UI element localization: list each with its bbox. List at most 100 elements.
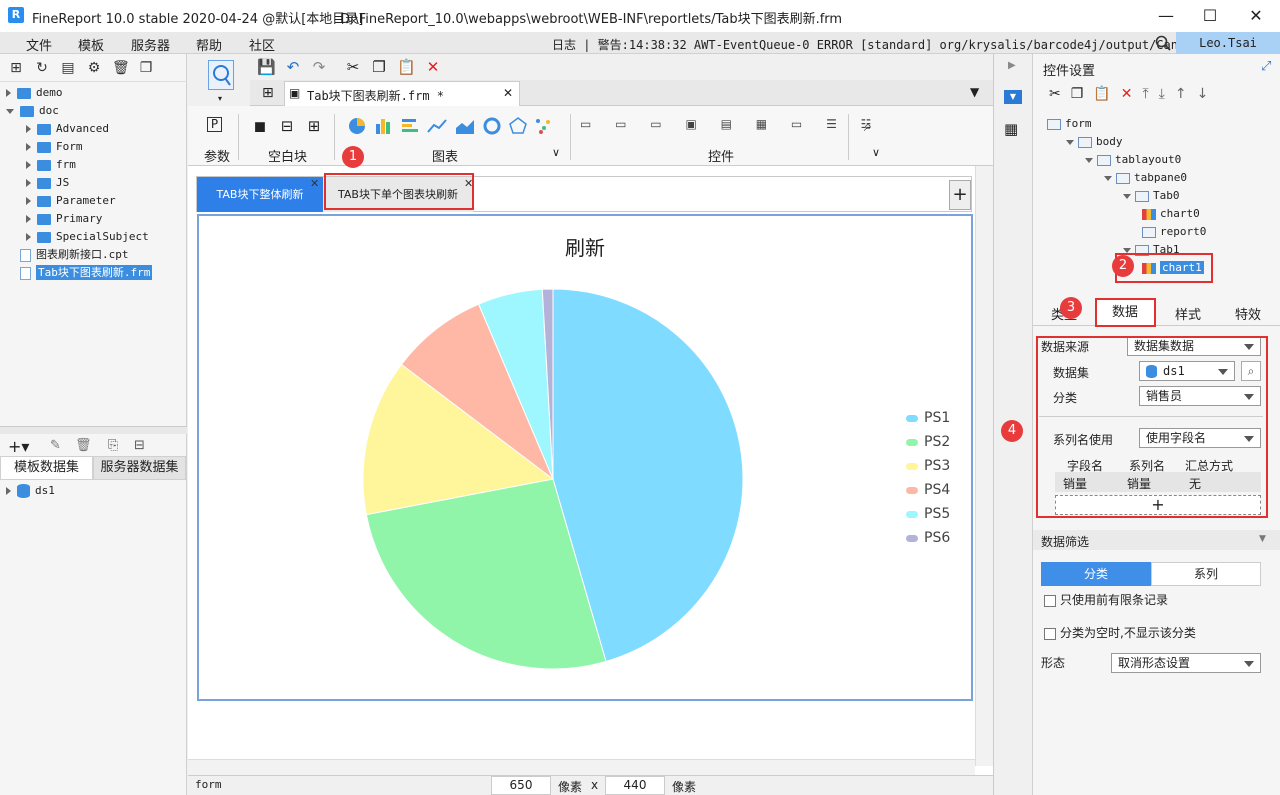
filter-tab-series[interactable]: 系列: [1151, 562, 1261, 586]
widget-tree-item[interactable]: report0: [1142, 223, 1206, 241]
widget-tree-item[interactable]: Tab0: [1123, 187, 1180, 205]
legend-item[interactable]: PS2: [906, 434, 966, 458]
cut-icon[interactable]: ✂: [1049, 86, 1071, 102]
chevron-down-icon[interactable]: [1123, 247, 1131, 253]
horizontal-scrollbar[interactable]: [188, 759, 975, 775]
file-tree-item[interactable]: Advanced: [26, 120, 109, 138]
chevron-right-icon[interactable]: [26, 125, 31, 133]
widget-tree-item[interactable]: body: [1066, 133, 1123, 151]
param-icon[interactable]: P: [207, 117, 222, 132]
expand-icon[interactable]: ⤢: [1261, 59, 1271, 74]
copy-icon[interactable]: ❐: [370, 58, 388, 76]
widget-settings-icon[interactable]: ▼: [1004, 90, 1022, 104]
move-bottom-icon[interactable]: ⤓: [1159, 86, 1175, 102]
paste-icon[interactable]: 📋: [397, 58, 416, 76]
widget-tree-item[interactable]: form: [1047, 115, 1092, 133]
legend-item[interactable]: PS5: [906, 506, 966, 530]
delete-icon[interactable]: 🗑: [112, 60, 130, 76]
close-button[interactable]: ✕: [1244, 4, 1268, 28]
chevron-right-icon[interactable]: [26, 179, 31, 187]
chevron-right-icon[interactable]: [26, 197, 31, 205]
connection-icon[interactable]: ⊟: [134, 438, 145, 453]
undo-icon[interactable]: ↶: [284, 58, 302, 76]
grid-icon[interactable]: ⊞: [262, 85, 274, 101]
file-tree-item[interactable]: doc: [6, 102, 59, 120]
settings-icon[interactable]: ⚙: [86, 60, 102, 76]
chevron-down-icon[interactable]: [1123, 193, 1131, 199]
open-icon[interactable]: ▤: [60, 60, 76, 76]
chevron-right-icon[interactable]: [26, 143, 31, 151]
file-tree-item[interactable]: JS: [26, 174, 69, 192]
menu-help[interactable]: 帮助: [196, 35, 222, 54]
user-name[interactable]: Leo.Tsai: [1176, 32, 1280, 54]
maximize-button[interactable]: ☐: [1198, 4, 1222, 28]
chevron-down-icon[interactable]: [1104, 175, 1112, 181]
file-tree-item[interactable]: Tab块下图表刷新.frm: [20, 264, 153, 282]
vertical-scrollbar[interactable]: [975, 166, 993, 766]
legend-item[interactable]: PS4: [906, 482, 966, 506]
hide-empty-category-checkbox[interactable]: 分类为空时,不显示该分类: [1044, 624, 1196, 641]
pie-chart[interactable]: [358, 286, 748, 672]
panel-toolbar[interactable]: ✂❐📋✕⤒⤓↑↓: [1049, 86, 1218, 102]
file-tree-item[interactable]: Primary: [26, 210, 102, 228]
dataset-item[interactable]: ds1: [6, 482, 55, 500]
file-tree-item[interactable]: frm: [26, 156, 76, 174]
log-message[interactable]: 日志 | 警告:14:38:32 AWT-EventQueue-0 ERROR …: [552, 36, 1257, 53]
tab-block-icon[interactable]: ⊞: [305, 117, 323, 135]
tab-template-dataset[interactable]: 模板数据集: [0, 456, 93, 480]
search-widget-icon[interactable]: ⌕: [859, 117, 877, 135]
width-input[interactable]: 650: [491, 776, 551, 795]
trash-icon[interactable]: 🗑: [75, 438, 92, 453]
tab-whole-refresh[interactable]: TAB块下整体刷新: [197, 177, 323, 212]
tab-effect[interactable]: 特效: [1235, 304, 1261, 323]
delete-icon[interactable]: ✕: [424, 58, 442, 76]
splitter[interactable]: [0, 426, 187, 434]
paste-icon[interactable]: 📋: [1093, 86, 1120, 102]
minimize-button[interactable]: —: [1154, 4, 1178, 28]
widget-icons[interactable]: ▭ ▭ ▭ ▣ ▤ ▦ ▭ ☰ ☷: [580, 117, 881, 131]
dropdown-arrow-icon[interactable]: ▾: [218, 94, 222, 103]
menu-community[interactable]: 社区: [249, 35, 275, 54]
layout-icon[interactable]: ▦: [1004, 120, 1018, 138]
limit-records-checkbox[interactable]: 只使用前有限条记录: [1044, 591, 1168, 608]
height-input[interactable]: 440: [605, 776, 665, 795]
move-top-icon[interactable]: ⤒: [1142, 86, 1158, 102]
form-select[interactable]: 取消形态设置: [1111, 653, 1261, 673]
file-tree-item[interactable]: Parameter: [26, 192, 116, 210]
chart-icons[interactable]: [348, 116, 568, 136]
redo-icon[interactable]: ↷: [310, 58, 328, 76]
doc-tab-close-icon[interactable]: ✕: [503, 86, 513, 100]
chevron-right-icon[interactable]: [6, 89, 11, 97]
chevron-right-icon[interactable]: [26, 215, 31, 223]
move-down-icon[interactable]: ↓: [1197, 86, 1219, 102]
widget-tree-item[interactable]: chart0: [1142, 205, 1200, 223]
search-icon[interactable]: [1155, 35, 1171, 51]
tab-server-dataset[interactable]: 服务器数据集: [93, 456, 186, 480]
doc-tab[interactable]: ▣ Tab块下图表刷新.frm * ✕: [284, 81, 520, 106]
tab-close-icon[interactable]: ✕: [310, 177, 319, 190]
legend-item[interactable]: PS6: [906, 530, 966, 554]
save-icon[interactable]: 💾: [257, 58, 276, 76]
edit-icon[interactable]: ✎: [50, 438, 61, 453]
menu-icon[interactable]: ▼: [970, 85, 979, 99]
menu-template[interactable]: 模板: [78, 35, 104, 54]
menu-file[interactable]: 文件: [26, 35, 52, 54]
widget-group-expand-icon[interactable]: ∨: [872, 146, 880, 159]
chevron-right-icon[interactable]: [26, 161, 31, 169]
legend-item[interactable]: PS3: [906, 458, 966, 482]
filter-tab-category[interactable]: 分类: [1041, 562, 1151, 586]
file-tree-item[interactable]: Form: [26, 138, 83, 156]
absolute-block-icon[interactable]: ◼: [251, 117, 269, 135]
file-tree-item[interactable]: demo: [6, 84, 63, 102]
menu-server[interactable]: 服务器: [131, 35, 170, 54]
chevron-down-icon[interactable]: [1085, 157, 1093, 163]
add-tab-button[interactable]: +: [949, 180, 971, 210]
preview-icon[interactable]: ⎘: [108, 438, 118, 453]
cut-icon[interactable]: ✂: [344, 58, 362, 76]
file-tree-item[interactable]: SpecialSubject: [26, 228, 149, 246]
widget-search-icon[interactable]: [208, 60, 234, 90]
chevron-down-icon[interactable]: [1066, 139, 1074, 145]
widget-tree-item[interactable]: tablayout0: [1085, 151, 1181, 169]
new-folder-icon[interactable]: ⊞: [8, 60, 24, 76]
collapse-arrow-icon[interactable]: ▶: [1008, 60, 1016, 71]
